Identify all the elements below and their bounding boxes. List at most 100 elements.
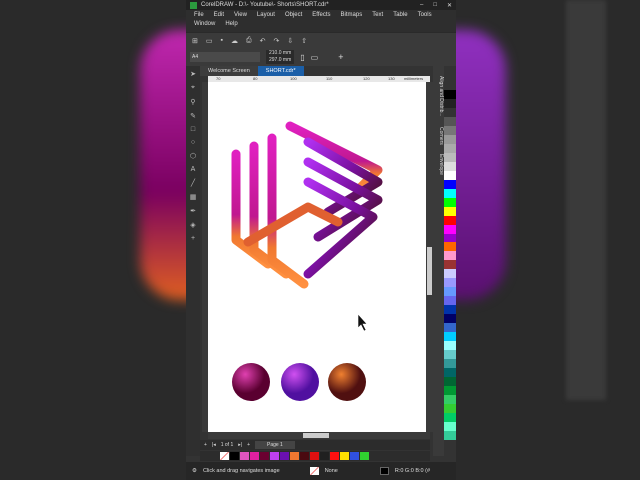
color-swatch[interactable] bbox=[360, 452, 369, 460]
docker-align-distribute[interactable]: Align and Distrib... bbox=[433, 76, 444, 117]
color-swatch[interactable] bbox=[350, 452, 359, 460]
maximize-icon[interactable]: □ bbox=[433, 2, 437, 9]
palette-swatch[interactable] bbox=[444, 350, 456, 360]
menu-edit[interactable]: Edit bbox=[214, 12, 224, 21]
print-icon[interactable]: ⎙ bbox=[246, 37, 252, 45]
palette-swatch[interactable] bbox=[444, 296, 456, 306]
palette-swatch[interactable] bbox=[444, 412, 456, 422]
color-swatch[interactable] bbox=[300, 452, 309, 460]
palette-swatch[interactable] bbox=[444, 90, 456, 99]
color-swatch[interactable] bbox=[250, 452, 259, 460]
menu-object[interactable]: Object bbox=[285, 12, 302, 21]
palette-swatch[interactable] bbox=[444, 341, 456, 351]
tab-short-cdr[interactable]: SHORT.cdr* bbox=[257, 66, 304, 76]
palette-swatch[interactable] bbox=[444, 323, 456, 333]
palette-swatch[interactable] bbox=[444, 260, 456, 270]
color-swatch[interactable] bbox=[240, 452, 249, 460]
add-page-after-icon[interactable]: + bbox=[247, 442, 250, 448]
new-icon[interactable]: ⊞ bbox=[192, 37, 198, 45]
color-swatch[interactable] bbox=[260, 452, 269, 460]
import-icon[interactable]: ⇩ bbox=[287, 37, 293, 45]
palette-swatch[interactable] bbox=[444, 385, 456, 395]
vertical-scrollbar[interactable] bbox=[426, 82, 433, 432]
no-color-swatch[interactable] bbox=[220, 452, 229, 460]
palette-swatch[interactable] bbox=[444, 188, 456, 198]
menu-window[interactable]: Window bbox=[194, 21, 215, 30]
export-icon[interactable]: ⇧ bbox=[301, 37, 307, 45]
palette-swatch[interactable] bbox=[444, 125, 456, 135]
landscape-icon[interactable]: ▭ bbox=[311, 53, 319, 62]
portrait-icon[interactable]: ▯ bbox=[300, 53, 304, 62]
palette-swatch[interactable] bbox=[444, 430, 456, 440]
menu-help[interactable]: Help bbox=[225, 21, 237, 30]
add-icon[interactable]: + bbox=[338, 52, 343, 62]
palette-swatch[interactable] bbox=[444, 152, 456, 162]
redo-icon[interactable]: ↷ bbox=[273, 37, 279, 45]
palette-swatch[interactable] bbox=[444, 332, 456, 342]
minimize-icon[interactable]: – bbox=[420, 2, 423, 9]
palette-swatch[interactable] bbox=[444, 134, 456, 144]
page-height-input[interactable]: 297.0 mm bbox=[266, 57, 295, 64]
palette-swatch[interactable] bbox=[444, 377, 456, 386]
menu-layout[interactable]: Layout bbox=[257, 12, 275, 21]
menu-file[interactable]: File bbox=[194, 12, 204, 21]
tab-welcome-screen[interactable]: Welcome Screen bbox=[200, 66, 258, 76]
palette-swatch[interactable] bbox=[444, 403, 456, 413]
color-swatch[interactable] bbox=[330, 452, 339, 460]
color-swatch[interactable] bbox=[280, 452, 289, 460]
page-tab[interactable]: Page 1 bbox=[254, 441, 295, 449]
first-page-icon[interactable]: |◂ bbox=[212, 442, 216, 448]
palette-swatch[interactable] bbox=[444, 251, 456, 261]
color-swatch[interactable] bbox=[310, 452, 319, 460]
palette-swatch[interactable] bbox=[444, 215, 456, 225]
zoom-tool-icon[interactable]: ⚲ bbox=[190, 98, 195, 106]
palette-swatch[interactable] bbox=[444, 170, 456, 180]
docker-envelope[interactable]: Envelope bbox=[433, 154, 444, 175]
cloud-upload-icon[interactable]: ☁ bbox=[231, 37, 238, 45]
menu-table[interactable]: Table bbox=[393, 12, 407, 21]
fill-tool-icon[interactable]: ◈ bbox=[190, 221, 195, 229]
palette-swatch[interactable] bbox=[444, 242, 456, 252]
palette-swatch[interactable] bbox=[444, 116, 456, 126]
palette-swatch[interactable] bbox=[444, 197, 456, 207]
palette-swatch[interactable] bbox=[444, 269, 456, 279]
drawing-canvas[interactable] bbox=[208, 82, 426, 432]
freehand-tool-icon[interactable]: ✎ bbox=[190, 112, 196, 120]
page-size-select[interactable]: A4 bbox=[190, 52, 260, 62]
save-icon[interactable]: ▪ bbox=[221, 37, 223, 44]
color-swatch[interactable] bbox=[320, 452, 329, 460]
palette-swatch[interactable] bbox=[444, 394, 456, 404]
line-tool-icon[interactable]: ╱ bbox=[191, 179, 195, 187]
add-tool-icon[interactable]: + bbox=[191, 235, 195, 242]
polygon-tool-icon[interactable]: ⬡ bbox=[190, 152, 196, 160]
shape-tool-icon[interactable]: ⌖ bbox=[191, 84, 195, 92]
rectangle-tool-icon[interactable]: □ bbox=[191, 126, 195, 133]
menu-bitmaps[interactable]: Bitmaps bbox=[341, 12, 363, 21]
color-swatch[interactable] bbox=[290, 452, 299, 460]
page-width-input[interactable]: 210.0 mm bbox=[266, 50, 295, 57]
palette-swatch[interactable] bbox=[444, 368, 456, 377]
palette-swatch[interactable] bbox=[444, 224, 456, 234]
transparency-tool-icon[interactable]: ▦ bbox=[190, 193, 197, 201]
menu-text[interactable]: Text bbox=[372, 12, 383, 21]
palette-swatch[interactable] bbox=[444, 143, 456, 153]
color-swatch[interactable] bbox=[230, 452, 239, 460]
horizontal-scrollbar[interactable] bbox=[208, 432, 430, 439]
docker-corners[interactable]: Corners bbox=[433, 127, 444, 145]
menu-effects[interactable]: Effects bbox=[312, 12, 330, 21]
palette-swatch[interactable] bbox=[444, 233, 456, 243]
palette-swatch[interactable] bbox=[444, 287, 456, 297]
ellipse-tool-icon[interactable]: ○ bbox=[191, 139, 195, 146]
palette-swatch[interactable] bbox=[444, 359, 456, 369]
palette-swatch[interactable] bbox=[444, 314, 456, 324]
palette-swatch[interactable] bbox=[444, 161, 456, 171]
undo-icon[interactable]: ↶ bbox=[260, 37, 266, 45]
palette-swatch[interactable] bbox=[444, 305, 456, 315]
menu-view[interactable]: View bbox=[234, 12, 247, 21]
last-page-icon[interactable]: ▸| bbox=[238, 442, 242, 448]
gear-icon[interactable]: ⚙ bbox=[192, 468, 197, 474]
eyedropper-icon[interactable]: ✒ bbox=[190, 207, 196, 215]
palette-swatch[interactable] bbox=[444, 107, 456, 117]
menu-tools[interactable]: Tools bbox=[418, 12, 432, 21]
text-tool-icon[interactable]: A bbox=[191, 166, 196, 173]
